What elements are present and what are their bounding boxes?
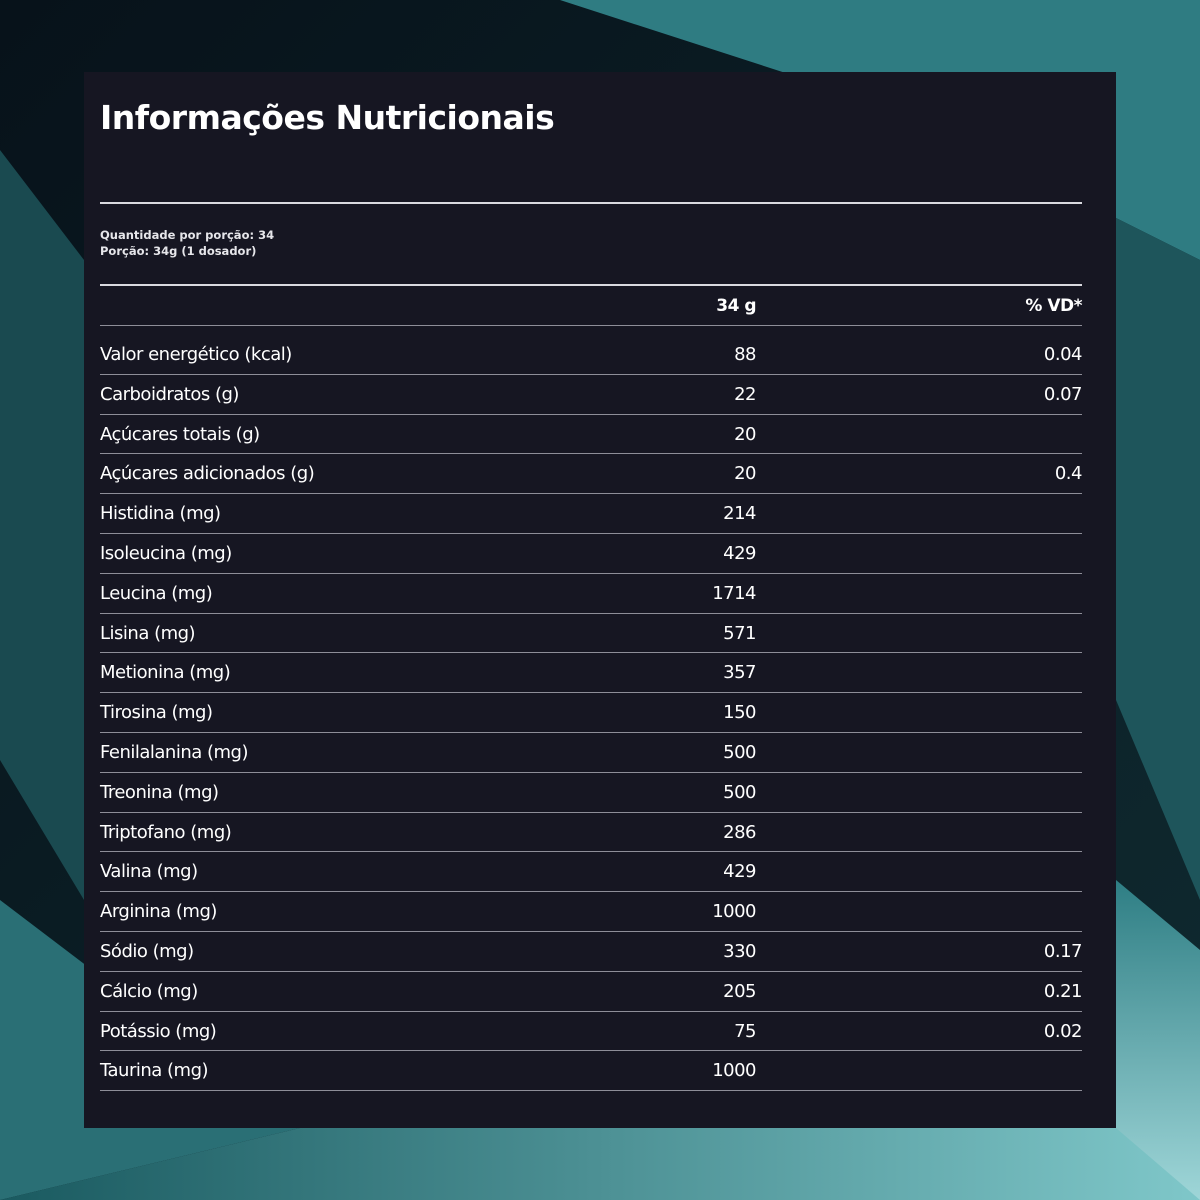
table-row: Cálcio (mg) 205 0.21 — [100, 972, 1083, 1012]
header-divider — [100, 325, 1082, 326]
table-row: Lisina (mg) 571 — [100, 614, 1082, 654]
nutrient-vd: 0.02 — [1043, 1020, 1083, 1042]
nutrient-name: Valor energético (kcal) — [100, 344, 292, 365]
nutrient-amount: 205 — [723, 980, 756, 1002]
nutrient-amount: 1000 — [712, 901, 756, 923]
nutrient-name: Potássio (mg) — [100, 1020, 217, 1042]
nutrient-amount: 429 — [723, 861, 756, 883]
nutrient-vd: 0.17 — [1043, 940, 1083, 962]
nutrient-amount: 330 — [723, 940, 756, 962]
table-row: Açúcares adicionados (g) 20 0.4 — [100, 454, 1083, 495]
table-row: Valina (mg) 429 — [100, 852, 1082, 893]
nutrient-amount: 500 — [723, 781, 756, 803]
nutrient-name: Leucina (mg) — [100, 582, 213, 604]
nutrient-name: Cálcio (mg) — [100, 980, 198, 1002]
column-header-vd: % VD* — [1025, 296, 1082, 316]
table-header: 34 g % VD* — [100, 286, 1082, 326]
table-row: Taurina (mg) 1000 — [100, 1051, 1082, 1092]
nutrient-amount: 1000 — [712, 1060, 756, 1082]
nutrient-name: Tirosina (mg) — [100, 702, 213, 724]
nutrient-name: Isoleucina (mg) — [100, 542, 232, 564]
nutrient-amount: 357 — [723, 662, 756, 684]
table-row: Valor energético (kcal) 88 0.04 — [100, 335, 1083, 375]
nutrient-name: Lisina (mg) — [100, 622, 196, 644]
nutrient-vd: 0.4 — [1054, 463, 1083, 485]
title-divider — [100, 202, 1082, 204]
nutrient-name: Metionina (mg) — [100, 662, 231, 684]
nutrient-amount: 571 — [723, 622, 756, 644]
nutrient-name: Arginina (mg) — [100, 901, 217, 923]
nutrient-amount: 22 — [734, 383, 756, 405]
nutrient-amount: 1714 — [712, 582, 756, 604]
table-row: Arginina (mg) 1000 — [100, 892, 1082, 932]
nutrient-vd: 0.04 — [1043, 344, 1083, 365]
nutrient-name: Sódio (mg) — [100, 940, 194, 962]
serving-size: Porção: 34g (1 dosador) — [100, 244, 257, 258]
table-row: Açúcares totais (g) 20 — [100, 415, 1082, 455]
table-row: Histidina (mg) 214 — [100, 494, 1082, 534]
table-row: Sódio (mg) 330 0.17 — [100, 932, 1083, 972]
nutrient-name: Carboidratos (g) — [100, 383, 239, 405]
table-row: Carboidratos (g) 22 0.07 — [100, 375, 1083, 415]
nutrition-table: Valor energético (kcal) 88 0.04 Carboidrat… — [100, 335, 1083, 1092]
nutrient-amount: 500 — [723, 741, 756, 763]
nutrient-name: Valina (mg) — [100, 861, 198, 883]
table-row: Treonina (mg) 500 — [100, 773, 1082, 813]
nutrient-amount: 150 — [723, 702, 756, 724]
nutrient-name: Fenilalanina (mg) — [100, 741, 249, 763]
table-row: Triptofano (mg) 286 — [100, 813, 1082, 853]
table-row: Fenilalanina (mg) 500 — [100, 733, 1082, 773]
serving-info: Quantidade por porção: 34 Porção: 34g (1… — [100, 227, 274, 259]
nutrition-panel: Informações Nutricionais Quantidade por … — [84, 72, 1116, 1128]
nutrient-vd: 0.21 — [1043, 980, 1083, 1002]
nutrient-name: Açúcares totais (g) — [100, 423, 260, 445]
page-title: Informações Nutricionais — [100, 98, 555, 137]
nutrient-amount: 286 — [723, 821, 756, 843]
table-row: Leucina (mg) 1714 — [100, 574, 1082, 614]
nutrient-amount: 20 — [734, 423, 756, 445]
serving-quantity: Quantidade por porção: 34 — [100, 228, 275, 242]
nutrient-name: Triptofano (mg) — [100, 821, 232, 843]
table-row: Tirosina (mg) 150 — [100, 693, 1082, 733]
nutrient-name: Histidina (mg) — [100, 503, 221, 525]
nutrient-amount: 214 — [723, 503, 756, 525]
nutrient-name: Taurina (mg) — [100, 1060, 209, 1082]
nutrient-name: Treonina (mg) — [100, 781, 219, 803]
table-row: Potássio (mg) 75 0.02 — [100, 1012, 1083, 1052]
nutrient-amount: 429 — [723, 542, 756, 564]
nutrient-vd: 0.07 — [1043, 383, 1083, 405]
table-row: Metionina (mg) 357 — [100, 653, 1082, 694]
column-header-amount: 34 g — [716, 296, 756, 316]
nutrient-amount: 75 — [734, 1020, 756, 1042]
table-row: Isoleucina (mg) 429 — [100, 534, 1082, 574]
nutrient-name: Açúcares adicionados (g) — [100, 463, 315, 485]
nutrient-amount: 88 — [734, 344, 756, 365]
nutrient-amount: 20 — [734, 463, 756, 485]
